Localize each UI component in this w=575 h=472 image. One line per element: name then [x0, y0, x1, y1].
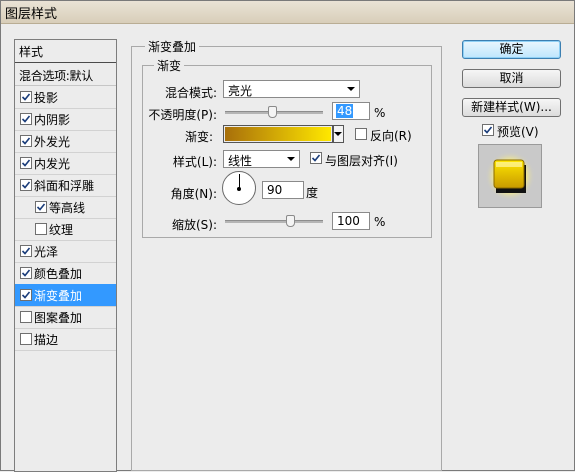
style-item-label: 内发光: [34, 157, 71, 171]
checkmark-icon: [21, 93, 31, 101]
style-item-label: 等高线: [49, 201, 86, 215]
style-item-checkbox[interactable]: [20, 267, 32, 279]
style-item[interactable]: 斜面和浮雕: [15, 174, 116, 197]
style-item-label: 投影: [34, 91, 59, 105]
angle-input[interactable]: 90: [262, 181, 304, 199]
style-item-label: 外发光: [34, 135, 71, 149]
preview-swatch-icon: [485, 151, 535, 201]
blend-mode-select[interactable]: 亮光: [223, 80, 360, 98]
reverse-checkbox[interactable]: [355, 128, 367, 140]
angle-unit: 度: [306, 186, 319, 200]
checkmark-icon: [21, 115, 31, 123]
blend-mode-label: 混合模式:: [164, 86, 217, 100]
blend-options-item[interactable]: 混合选项:默认: [15, 63, 116, 86]
style-item[interactable]: 描边: [15, 328, 116, 351]
align-with-layer-checkbox[interactable]: [310, 152, 322, 164]
style-select[interactable]: 线性: [223, 150, 300, 168]
scale-slider-thumb[interactable]: [285, 215, 295, 227]
scale-label: 缩放(S):: [171, 218, 217, 232]
chevron-down-icon: [347, 87, 355, 91]
style-item-label: 颜色叠加: [34, 267, 83, 281]
style-item-checkbox[interactable]: [20, 179, 32, 191]
style-item[interactable]: 颜色叠加: [15, 262, 116, 285]
styles-header[interactable]: 样式: [15, 40, 116, 63]
style-item[interactable]: 纹理: [15, 218, 116, 241]
style-item-checkbox[interactable]: [20, 91, 32, 103]
checkmark-icon: [21, 181, 31, 189]
style-item-checkbox[interactable]: [20, 157, 32, 169]
angle-label: 角度(N):: [170, 187, 217, 201]
scale-unit: %: [374, 215, 386, 229]
gradient-overlay-title: 渐变叠加: [145, 38, 200, 55]
style-label: 样式(L):: [172, 155, 217, 169]
gradient-subgroup-title: 渐变: [154, 57, 185, 74]
opacity-unit: %: [374, 106, 386, 120]
title-bar: 图层样式: [1, 1, 574, 24]
align-with-layer-label: 与图层对齐(I): [325, 154, 398, 168]
style-item-checkbox[interactable]: [20, 333, 32, 345]
reverse-label: 反向(R): [370, 129, 412, 143]
cancel-button[interactable]: 取消: [462, 69, 561, 88]
checkmark-icon: [21, 247, 31, 255]
dialog-body: 样式 混合选项:默认 投影 内阴影 外发光 内发光 斜面和浮雕 等高线 纹理 光泽 颜色叠加 渐变…: [1, 24, 574, 472]
new-style-button[interactable]: 新建样式(W)...: [462, 98, 561, 117]
style-item[interactable]: 外发光: [15, 130, 116, 153]
checkmark-icon: [21, 291, 31, 299]
ok-button[interactable]: 确定: [462, 40, 561, 59]
styles-list: 样式 混合选项:默认 投影内阴影外发光内发光斜面和浮雕等高线纹理光泽颜色叠加渐变…: [14, 39, 117, 472]
window-title: 图层样式: [5, 7, 58, 22]
style-item[interactable]: 内阴影: [15, 108, 116, 131]
angle-dial-center: [237, 187, 241, 191]
style-item-checkbox[interactable]: [20, 289, 32, 301]
style-item-label: 渐变叠加: [34, 289, 83, 303]
gradient-label: 渐变:: [184, 130, 213, 144]
style-item-checkbox[interactable]: [35, 201, 47, 213]
gradient-picker[interactable]: [223, 125, 333, 143]
checkmark-icon: [36, 203, 46, 211]
checkmark-icon: [21, 137, 31, 145]
checkmark-icon: [21, 269, 31, 277]
opacity-label: 不透明度(P):: [148, 108, 217, 122]
style-item[interactable]: 等高线: [15, 196, 116, 219]
gradient-preview: [225, 127, 331, 141]
style-item-checkbox[interactable]: [20, 113, 32, 125]
preview-label: 预览(V): [497, 125, 539, 139]
style-item-checkbox[interactable]: [20, 135, 32, 147]
layer-style-dialog: 图层样式 样式 混合选项:默认 投影内阴影外发光内发光斜面和浮雕等高线纹理光泽颜…: [0, 0, 575, 472]
preview-checkbox[interactable]: [482, 124, 494, 136]
style-item-label: 纹理: [49, 223, 74, 237]
style-item[interactable]: 渐变叠加: [15, 284, 116, 307]
style-item-label: 描边: [34, 333, 59, 347]
chevron-down-icon: [287, 157, 295, 161]
gradient-dropdown-button[interactable]: [333, 125, 344, 143]
checkmark-icon: [21, 159, 31, 167]
checkmark-icon: [483, 126, 493, 134]
style-item-label: 内阴影: [34, 113, 71, 127]
style-item-checkbox[interactable]: [20, 311, 32, 323]
checkmark-icon: [311, 154, 321, 162]
style-item-label: 光泽: [34, 245, 59, 259]
angle-dial[interactable]: [222, 171, 256, 205]
style-item[interactable]: 光泽: [15, 240, 116, 263]
style-item[interactable]: 内发光: [15, 152, 116, 175]
style-item[interactable]: 投影: [15, 86, 116, 109]
style-item-label: 斜面和浮雕: [34, 179, 95, 193]
opacity-input[interactable]: 48: [332, 102, 370, 120]
style-item-checkbox[interactable]: [20, 245, 32, 257]
opacity-slider-thumb[interactable]: [268, 106, 278, 118]
scale-input[interactable]: 100: [332, 212, 370, 230]
style-item-checkbox[interactable]: [35, 223, 47, 235]
chevron-down-icon: [334, 132, 342, 136]
style-item[interactable]: 图案叠加: [15, 306, 116, 329]
scale-slider-track[interactable]: [225, 220, 323, 223]
style-preview-thumbnail: [478, 144, 542, 208]
style-item-label: 图案叠加: [34, 311, 83, 325]
